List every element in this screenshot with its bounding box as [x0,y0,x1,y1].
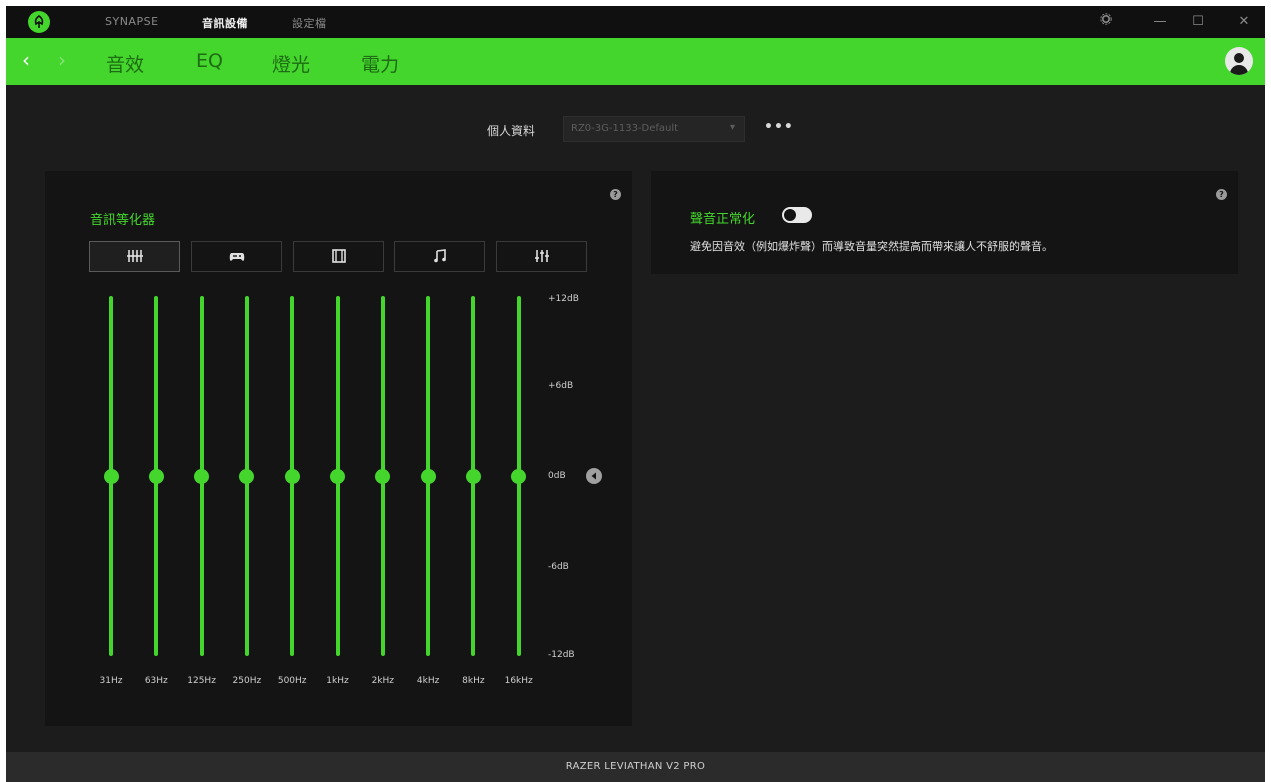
eq-frequency-label: 500Hz [277,676,307,686]
eq-slider-thumb[interactable] [194,468,210,484]
help-icon[interactable]: ? [1216,189,1227,200]
minimize-button[interactable]: — [1150,12,1170,32]
custom-eq-icon [535,250,549,262]
device-name: RAZER LEVIATHAN V2 PRO [565,761,706,772]
preset-game-button[interactable] [191,241,282,272]
eq-slider-thumb[interactable] [284,468,300,484]
forward-button[interactable]: › [58,48,66,72]
sound-normalization-panel: 聲音正常化 ? 避免因音效（例如爆炸聲）而導致音量突然提高而帶來讓人不舒服的聲音… [651,171,1238,274]
tab-power[interactable]: 電力 [361,50,399,77]
eq-slider-thumb[interactable] [103,468,119,484]
eq-frequency-label: 8kHz [462,676,485,686]
tab-synapse[interactable]: SYNAPSE [105,15,159,28]
maximize-button[interactable]: ☐ [1188,12,1208,32]
eq-frequency-label: 1kHz [326,676,349,686]
normalization-toggle[interactable] [782,207,812,223]
eq-frequency-label: 2kHz [371,676,395,686]
db-label: +12dB [548,294,579,304]
normalization-title: 聲音正常化 [690,212,756,227]
tab-profiles[interactable]: 設定檔 [292,15,327,31]
reset-button[interactable] [586,468,602,484]
help-icon[interactable]: ? [610,189,621,200]
db-label: -12dB [548,650,575,660]
db-label: +6dB [548,381,574,391]
db-label: -6dB [548,562,569,572]
normalization-description: 避免因音效（例如爆炸聲）而導致音量突然提高而帶來讓人不舒服的聲音。 [690,240,1053,253]
db-label: 0dB [548,471,566,481]
eq-slider-thumb[interactable] [375,468,391,484]
equalizer-panel: 音訊等化器 ? 31Hz 63Hz 125Hz 250Hz 500Hz 1kHz 2kHz 4… [45,171,632,726]
eq-frequency-label: 16kHz [504,676,533,686]
device-footer: RAZER LEVIATHAN V2 PRO [6,752,1265,782]
reset-icon [591,472,596,480]
back-button[interactable]: ‹ [22,48,30,72]
profile-dropdown[interactable]: RZ0-3G-1133-Default ▾ [563,116,745,142]
preset-movie-button[interactable] [293,241,384,272]
default-eq-icon [127,250,143,262]
eq-slider-thumb[interactable] [148,468,164,484]
eq-frequency-label: 63Hz [144,676,168,686]
razer-logo-icon [28,11,50,33]
tab-audio-devices[interactable]: 音訊設備 [202,15,248,31]
eq-frequency-label: 250Hz [232,676,262,686]
eq-slider-thumb[interactable] [239,468,255,484]
gear-icon[interactable] [1096,12,1116,32]
game-icon [229,253,245,261]
title-bar: SYNAPSE 音訊設備 設定檔 — ☐ ✕ [6,6,1265,38]
music-icon [434,249,446,263]
synapse-window: SYNAPSE 音訊設備 設定檔 — ☐ ✕ ‹ › 音效 EQ 燈光 電力 個… [6,6,1265,782]
device-nav-bar: ‹ › 音效 EQ 燈光 電力 [6,38,1265,85]
tab-sound[interactable]: 音效 [106,50,144,77]
profile-value: RZ0-3G-1133-Default [571,123,679,134]
eq-slider-thumb[interactable] [330,468,345,484]
eq-slider-thumb[interactable] [465,468,481,484]
profile-more-button[interactable]: ••• [764,119,794,135]
preset-custom-button[interactable] [496,241,587,272]
eq-frequency-label: 125Hz [187,676,216,686]
eq-slider-thumb[interactable] [420,468,436,484]
chevron-down-icon: ▾ [729,122,735,133]
equalizer-title: 音訊等化器 [90,213,156,228]
movie-icon [332,249,346,263]
eq-frequency-label: 4kHz [416,676,440,686]
tab-lighting[interactable]: 燈光 [272,50,310,77]
profile-label: 個人資料 [487,124,536,138]
preset-default-button[interactable] [89,241,180,272]
tab-eq[interactable]: EQ [196,50,223,72]
close-button[interactable]: ✕ [1234,12,1254,32]
eq-frequency-label: 31Hz [99,676,123,686]
avatar[interactable] [1225,47,1253,75]
eq-slider-thumb[interactable] [511,468,527,484]
preset-music-button[interactable] [394,241,485,272]
